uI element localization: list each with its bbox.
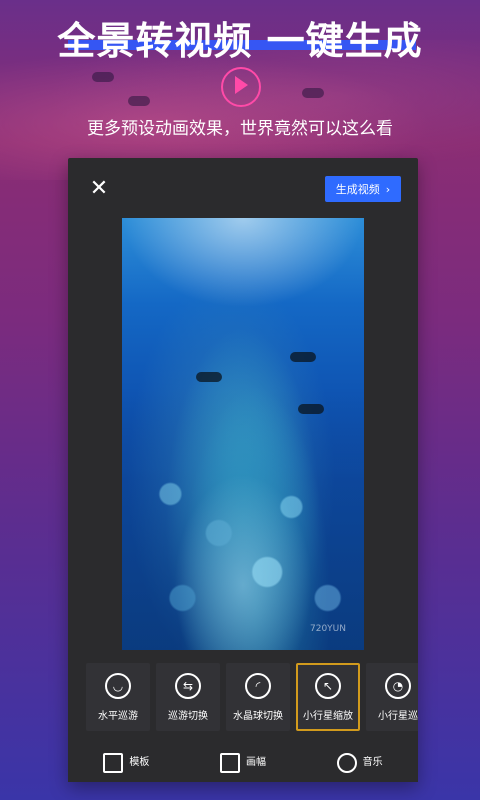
music-note-icon bbox=[336, 752, 357, 773]
template-strip[interactable]: ◡ 水平巡游 ⇆ 巡游切换 ◜ 水晶球切换 ↖ 小行星缩放 ◔ 小行星巡 bbox=[86, 663, 418, 735]
generate-video-button[interactable]: 生成视频 › bbox=[325, 176, 401, 202]
diver bbox=[196, 372, 222, 382]
panorama-preview[interactable]: 720YUN bbox=[122, 218, 364, 650]
horizontal-tour-icon: ◡ bbox=[105, 672, 131, 699]
close-button[interactable]: ✕ bbox=[86, 176, 112, 202]
tour-switch-icon: ⇆ bbox=[175, 672, 201, 699]
template-planet-zoom[interactable]: ↖ 小行星缩放 bbox=[296, 663, 360, 731]
nav-music[interactable]: 音乐 bbox=[336, 752, 383, 773]
nav-templates[interactable]: 模板 bbox=[103, 752, 150, 773]
planet-tour-icon: ◔ bbox=[385, 672, 411, 699]
diver bbox=[290, 352, 316, 362]
background-diver bbox=[302, 88, 324, 98]
planet-zoom-icon: ↖ bbox=[315, 672, 341, 699]
template-planet-tour[interactable]: ◔ 小行星巡 bbox=[366, 663, 418, 731]
nav-label: 画幅 bbox=[245, 756, 266, 768]
background-diver bbox=[92, 72, 114, 82]
template-horizontal-tour[interactable]: ◡ 水平巡游 bbox=[86, 663, 150, 731]
chevron-right-icon: › bbox=[385, 182, 391, 196]
editor-panel: ✕ 生成视频 › 720YUN ◡ 水平巡游 ⇆ 巡游切换 ◜ 水晶球切换 ↖ … bbox=[68, 158, 418, 782]
preview-watermark: 720YUN bbox=[310, 624, 346, 634]
bottom-nav: 模板 画幅 音乐 bbox=[68, 743, 418, 782]
generate-video-label: 生成视频 bbox=[335, 183, 380, 196]
template-label: 水平巡游 bbox=[98, 710, 138, 722]
nav-frame[interactable]: 画幅 bbox=[219, 752, 266, 773]
play-triangle-icon bbox=[235, 76, 248, 94]
template-crystal-ball[interactable]: ◜ 水晶球切换 bbox=[226, 663, 290, 731]
template-label: 小行星巡 bbox=[378, 710, 418, 722]
nav-label: 模板 bbox=[129, 756, 150, 768]
template-label: 巡游切换 bbox=[168, 710, 208, 722]
nav-label: 音乐 bbox=[362, 756, 383, 768]
template-label: 水晶球切换 bbox=[233, 710, 283, 722]
template-label: 小行星缩放 bbox=[303, 710, 353, 722]
diver bbox=[298, 404, 324, 414]
crystal-ball-icon: ◜ bbox=[245, 672, 271, 699]
layers-icon bbox=[103, 752, 124, 773]
page-subtitle: 更多预设动画效果，世界竟然可以这么看 bbox=[87, 119, 393, 139]
page-title: 全景转视频 一键生成 bbox=[57, 19, 423, 63]
frame-icon bbox=[219, 752, 240, 773]
template-tour-switch[interactable]: ⇆ 巡游切换 bbox=[156, 663, 220, 731]
water-surface-light bbox=[122, 218, 364, 308]
coral-reef bbox=[122, 390, 364, 650]
background-diver bbox=[128, 96, 150, 106]
close-icon: ✕ bbox=[89, 176, 109, 201]
